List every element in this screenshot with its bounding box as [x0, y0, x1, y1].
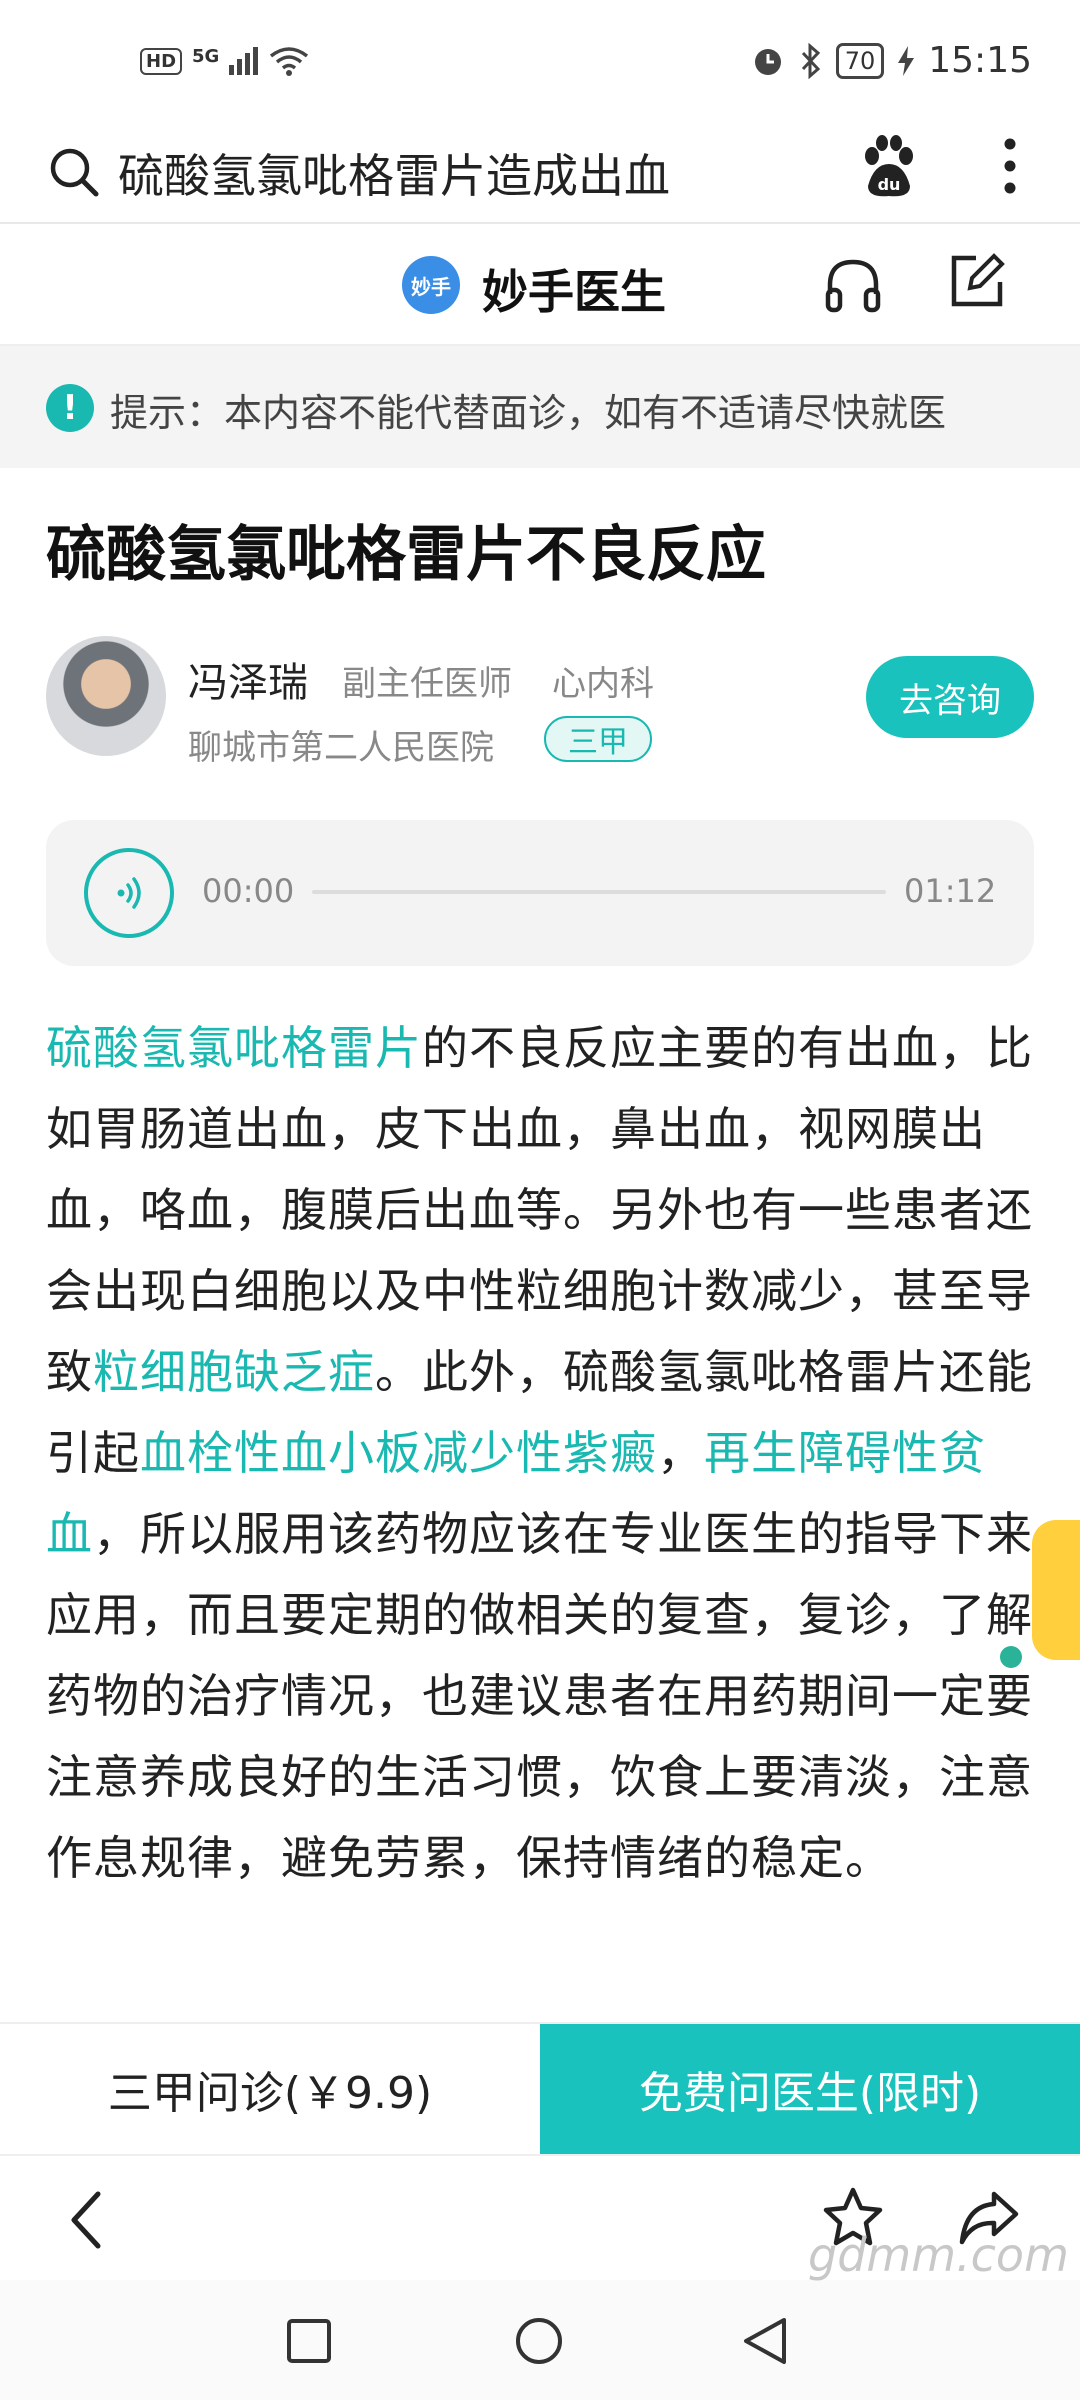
audio-progress-track[interactable] [312, 890, 886, 894]
battery-level: 70 [835, 42, 885, 79]
brand-header: 妙手 妙手医生 [0, 224, 1080, 346]
search-icon[interactable] [46, 144, 102, 200]
home-icon[interactable] [514, 2316, 564, 2366]
doctor-hospital: 聊城市第二人民医院 [188, 728, 494, 768]
search-query[interactable]: 硫酸氢氯吡格雷片造成出血 [118, 140, 670, 206]
doctor-name[interactable]: 冯泽瑞 [188, 650, 308, 708]
status-left: HD 5G [140, 46, 309, 76]
recents-icon[interactable] [286, 2318, 332, 2364]
audio-duration: 01:12 [904, 872, 997, 910]
headphones-icon[interactable] [822, 254, 884, 316]
cta-bar: 三甲问诊(￥9.9) 免费问医生(限时) [0, 2022, 1080, 2154]
svg-text:du: du [878, 175, 901, 194]
paid-consult-button[interactable]: 三甲问诊(￥9.9) [0, 2024, 540, 2154]
article-text: ，所以服用该药物应该在专业医生的指导下来应用，而且要定期的做相关的复查，复诊，了… [46, 1507, 1033, 1885]
miaoshou-logo: 妙手 [402, 256, 460, 314]
system-nav-bar [0, 2280, 1080, 2400]
article-text: 的不良反应主要的有出血，比如胃肠道出血，皮下出血，鼻出血，视网膜出血，咯血，腹膜… [46, 1021, 1033, 1399]
hd-badge: HD [140, 47, 183, 75]
clock: 15:15 [928, 40, 1032, 81]
consult-button[interactable]: 去咨询 [866, 656, 1034, 738]
link-ttp[interactable]: 血栓性血小板减少性紫癜 [140, 1426, 657, 1480]
link-clopidogrel[interactable]: 硫酸氢氯吡格雷片 [46, 1021, 422, 1075]
notice-text: 提示：本内容不能代替面诊，如有不适请尽快就医 [110, 391, 947, 435]
brand-name: 妙手医生 [482, 265, 666, 319]
hospital-grade-badge: 三甲 [544, 716, 652, 762]
play-button[interactable] [84, 848, 174, 938]
floating-assistant-widget[interactable] [1032, 1520, 1080, 1660]
audio-current-time: 00:00 [202, 872, 295, 910]
disclaimer-notice: ! 提示：本内容不能代替面诊，如有不适请尽快就医 [0, 346, 1080, 468]
doctor-avatar[interactable] [46, 636, 166, 756]
edit-icon[interactable] [948, 252, 1006, 310]
status-bar: HD 5G 70 15:15 [0, 0, 1080, 120]
audio-player: 00:00 01:12 [46, 820, 1034, 966]
article-title: 硫酸氢氯吡格雷片不良反应 [46, 520, 766, 590]
doctor-title: 副主任医师 [342, 664, 512, 704]
status-right: 70 15:15 [750, 40, 1032, 81]
system-back-icon[interactable] [742, 2316, 788, 2366]
search-bar[interactable]: 硫酸氢氯吡格雷片造成出血 du [0, 120, 1080, 224]
watermark: gdmm.com [808, 2228, 1069, 2282]
free-ask-doctor-button[interactable]: 免费问医生(限时) [540, 2024, 1080, 2154]
charging-icon [898, 45, 915, 76]
sound-wave-icon [117, 877, 141, 909]
alarm-icon [754, 48, 781, 75]
signal-icon [229, 47, 259, 75]
more-menu-icon[interactable] [1002, 136, 1018, 196]
baidu-paw-icon[interactable]: du [860, 134, 918, 204]
link-agranulocytosis[interactable]: 粒细胞缺乏症 [93, 1345, 375, 1399]
floating-widget-dot [1000, 1646, 1022, 1668]
article-body: 硫酸氢氯吡格雷片的不良反应主要的有出血，比如胃肠道出血，皮下出血，鼻出血，视网膜… [46, 1008, 1036, 1899]
info-icon: ! [46, 384, 94, 432]
back-icon[interactable] [66, 2190, 106, 2250]
bluetooth-icon [801, 42, 820, 79]
wifi-icon [270, 47, 309, 76]
network-type: 5G [192, 46, 220, 67]
doctor-department: 心内科 [552, 664, 654, 704]
article-text: ， [657, 1426, 704, 1480]
